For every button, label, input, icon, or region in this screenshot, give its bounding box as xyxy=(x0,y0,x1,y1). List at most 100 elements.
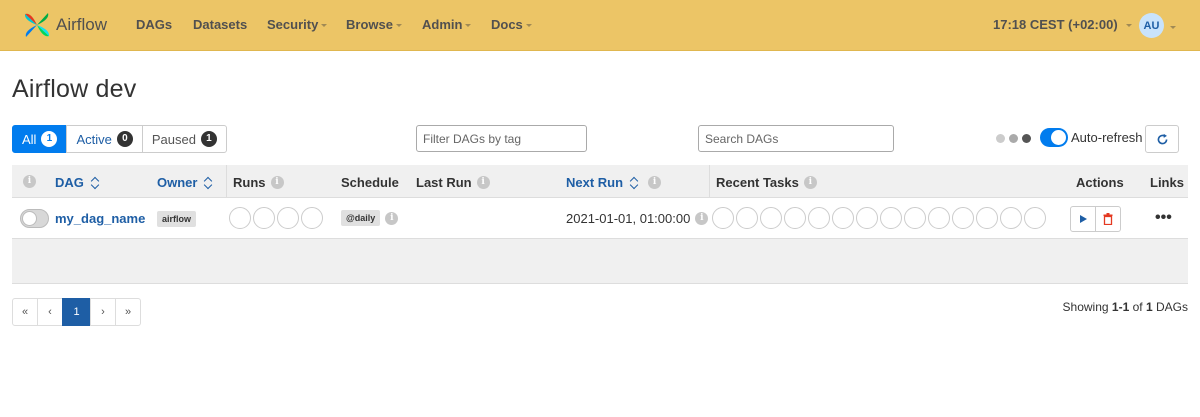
nav-dags[interactable]: DAGs xyxy=(136,17,172,32)
next-run-value: 2021-01-01, 01:00:00 xyxy=(566,211,691,226)
timezone-dropdown[interactable]: 17:18 CEST (+02:00) xyxy=(993,17,1132,32)
table-header: i DAG Owner Runs i Schedule Last Run i Nex… xyxy=(12,165,1188,198)
sort-icon xyxy=(91,177,99,189)
info-icon: i xyxy=(270,176,284,189)
column-header-actions: Actions xyxy=(1076,175,1124,190)
loading-dot xyxy=(1022,134,1031,143)
header-label: Next Run xyxy=(566,175,624,190)
task-state-circle[interactable] xyxy=(760,207,782,229)
trash-icon xyxy=(1103,213,1113,225)
column-header-schedule: Schedule xyxy=(341,175,399,190)
current-page-button[interactable]: 1 xyxy=(62,298,91,326)
info-icon: i xyxy=(385,211,399,225)
run-state-circle[interactable] xyxy=(301,207,323,229)
top-navbar: Airflow DAGs Datasets Security Browse Ad… xyxy=(0,0,1200,51)
auto-refresh-toggle[interactable] xyxy=(1040,128,1068,147)
task-state-circle[interactable] xyxy=(880,207,902,229)
summary-total: 1 xyxy=(1145,300,1153,314)
filter-paused-button[interactable]: Paused 1 xyxy=(141,125,227,153)
loading-indicator xyxy=(996,134,1031,143)
last-page-button[interactable]: » xyxy=(115,298,141,326)
trigger-dag-button[interactable] xyxy=(1070,206,1096,232)
task-state-circle[interactable] xyxy=(856,207,878,229)
recent-tasks-circles xyxy=(712,207,1046,229)
header-label: Actions xyxy=(1076,175,1124,190)
toggle-knob xyxy=(1051,130,1066,145)
auto-refresh-label: Auto-refresh xyxy=(1071,130,1143,145)
refresh-icon xyxy=(1157,133,1167,144)
run-state-circle[interactable] xyxy=(229,207,251,229)
nav-datasets-label: Datasets xyxy=(193,17,248,32)
nav-datasets[interactable]: Datasets xyxy=(193,17,247,32)
header-label: Last Run xyxy=(416,175,472,190)
header-label: Schedule xyxy=(341,175,399,190)
task-state-circle[interactable] xyxy=(784,207,806,229)
column-header-next-run[interactable]: Next Run i xyxy=(566,175,662,190)
links-menu-button[interactable]: ••• xyxy=(1155,209,1172,227)
task-state-circle[interactable] xyxy=(928,207,950,229)
task-state-circle[interactable] xyxy=(976,207,998,229)
schedule-tag: @daily xyxy=(341,210,381,226)
loading-dot xyxy=(996,134,1005,143)
schedule-cell: @daily i xyxy=(341,210,399,226)
nav-admin[interactable]: Admin xyxy=(422,17,472,32)
filter-active-button[interactable]: Active 0 xyxy=(66,125,143,153)
count-badge: 0 xyxy=(116,131,133,147)
prev-page-button[interactable]: ‹ xyxy=(37,298,63,326)
run-state-circle[interactable] xyxy=(253,207,275,229)
info-icon: i xyxy=(476,176,490,189)
nav-security[interactable]: Security xyxy=(267,17,328,32)
run-state-circle[interactable] xyxy=(277,207,299,229)
filter-all-button[interactable]: All 1 xyxy=(12,125,68,153)
page-title: Airflow dev xyxy=(12,75,137,103)
task-state-circle[interactable] xyxy=(904,207,926,229)
column-header-links: Links xyxy=(1150,175,1184,190)
header-label: Recent Tasks xyxy=(716,175,799,190)
table-row: my_dag_name airflow @daily i 2021-01-01,… xyxy=(12,198,1188,239)
user-avatar[interactable]: AU xyxy=(1139,13,1164,38)
chevron-down-icon xyxy=(1125,24,1132,27)
task-state-circle[interactable] xyxy=(1000,207,1022,229)
refresh-button[interactable] xyxy=(1145,125,1179,153)
filter-all-label: All xyxy=(22,131,37,147)
task-state-circle[interactable] xyxy=(808,207,830,229)
owner-tag[interactable]: airflow xyxy=(157,211,197,227)
loading-dot xyxy=(1009,134,1018,143)
airflow-logo-icon xyxy=(24,13,50,37)
task-state-circle[interactable] xyxy=(832,207,854,229)
toggle-knob xyxy=(22,211,37,226)
task-state-circle[interactable] xyxy=(1024,207,1046,229)
status-filter-group: All 1 Active 0 Paused 1 xyxy=(12,125,227,153)
first-page-button[interactable]: « xyxy=(12,298,38,326)
column-divider xyxy=(226,165,227,198)
results-summary: Showing 1-1 of 1 DAGs xyxy=(1063,300,1188,314)
sort-icon xyxy=(204,177,212,189)
nav-browse[interactable]: Browse xyxy=(346,17,402,32)
brand-name: Airflow xyxy=(56,15,108,34)
chevron-down-icon xyxy=(465,24,472,27)
nav-docs[interactable]: Docs xyxy=(491,17,532,32)
chevron-down-icon xyxy=(1170,26,1176,29)
dag-id-link[interactable]: my_dag_name xyxy=(55,211,145,226)
header-label: Runs xyxy=(233,175,266,190)
nav-browse-label: Browse xyxy=(346,17,393,32)
column-header-last-run: Last Run i xyxy=(416,175,490,190)
task-state-circle[interactable] xyxy=(712,207,734,229)
dag-pause-toggle[interactable] xyxy=(20,209,49,228)
tag-filter-input[interactable] xyxy=(416,125,587,152)
brand-link[interactable]: Airflow xyxy=(22,8,107,42)
task-state-circle[interactable] xyxy=(736,207,758,229)
delete-dag-button[interactable] xyxy=(1095,206,1121,232)
next-page-button[interactable]: › xyxy=(90,298,116,326)
info-icon: i xyxy=(803,176,817,189)
column-header-dag[interactable]: DAG xyxy=(55,175,99,190)
column-header-runs: Runs i xyxy=(233,175,284,190)
count-badge: 1 xyxy=(41,131,58,147)
column-header-owner[interactable]: Owner xyxy=(157,175,212,190)
summary-range: 1-1 xyxy=(1111,300,1130,314)
chevron-down-icon xyxy=(525,24,532,27)
clock-time: 17:18 CEST (+02:00) xyxy=(993,17,1118,32)
search-dags-input[interactable] xyxy=(698,125,894,152)
filter-active-label: Active xyxy=(76,131,112,147)
task-state-circle[interactable] xyxy=(952,207,974,229)
